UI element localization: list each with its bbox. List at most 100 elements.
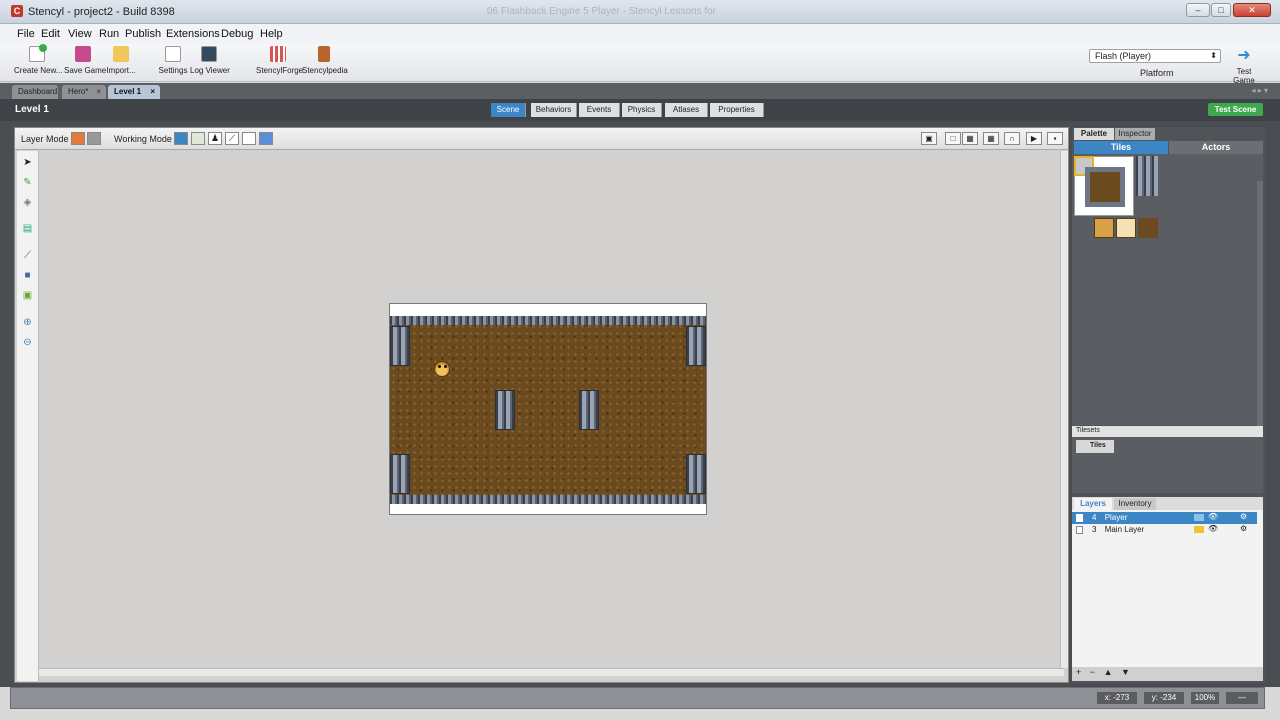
menu-debug[interactable]: Debug bbox=[221, 28, 253, 40]
layer-mode-single-button[interactable] bbox=[71, 132, 85, 145]
close-tab-icon[interactable]: × bbox=[150, 87, 155, 96]
tab-level-1[interactable]: Level 1 × bbox=[108, 85, 160, 99]
tab-inspector[interactable]: Inspector bbox=[1115, 128, 1155, 140]
menu-edit[interactable]: Edit bbox=[41, 28, 60, 40]
menu-extensions[interactable]: Extensions bbox=[166, 28, 220, 40]
working-mode-background-button[interactable] bbox=[259, 132, 273, 145]
zoom-level[interactable]: 100% bbox=[1191, 692, 1219, 704]
stencylforge-button[interactable]: StencylForge bbox=[256, 46, 303, 75]
tab-dashboard[interactable]: Dashboard bbox=[12, 85, 58, 99]
save-icon bbox=[75, 46, 91, 62]
working-mode-region-button[interactable]: ⟋ bbox=[225, 132, 239, 145]
dirt-tile-swatch[interactable] bbox=[1138, 218, 1158, 238]
top-wall-tiles bbox=[390, 316, 706, 325]
menu-file[interactable]: File bbox=[17, 28, 35, 40]
status-menu-button[interactable]: — bbox=[1226, 692, 1258, 704]
visibility-eye-icon[interactable]: 👁 bbox=[1208, 524, 1218, 533]
tab-events[interactable]: Events bbox=[579, 103, 620, 117]
menu-run[interactable]: Run bbox=[99, 28, 119, 40]
pointer-tool-icon[interactable]: ➤ bbox=[21, 156, 34, 169]
tab-behaviors[interactable]: Behaviors bbox=[531, 103, 577, 117]
move-down-icon[interactable]: ▼ bbox=[1121, 667, 1130, 677]
move-up-icon[interactable]: ▲ bbox=[1104, 667, 1113, 677]
show-bounds-icon[interactable]: □ bbox=[945, 132, 961, 145]
play-icon[interactable]: ▶ bbox=[1026, 132, 1042, 145]
tab-scene[interactable]: Scene bbox=[491, 103, 526, 117]
snap-magnet-icon[interactable]: ∩ bbox=[1004, 132, 1020, 145]
working-mode-select-button[interactable] bbox=[174, 132, 188, 145]
tab-layers[interactable]: Layers bbox=[1074, 498, 1112, 510]
gear-icon[interactable]: ⚙ bbox=[1240, 524, 1247, 533]
menu-publish[interactable]: Publish bbox=[125, 28, 161, 40]
pencil-tool-icon[interactable]: ✎ bbox=[21, 176, 34, 189]
working-mode-tile-button[interactable] bbox=[191, 132, 205, 145]
stencylpedia-label: Stencylpedia bbox=[302, 66, 348, 75]
menu-bar: File Edit View Run Publish Extensions De… bbox=[0, 24, 1280, 44]
tileset-item-tiles[interactable]: Tiles bbox=[1076, 440, 1114, 453]
pillar-tile bbox=[579, 390, 599, 430]
tilesets-list: Tiles bbox=[1072, 437, 1263, 493]
eraser-tool-icon[interactable]: ◈ bbox=[21, 196, 34, 209]
close-window-button[interactable]: ✕ bbox=[1233, 3, 1271, 17]
layer-color-swatch[interactable] bbox=[1194, 526, 1204, 533]
pillar-tile-swatch[interactable] bbox=[1136, 156, 1158, 196]
segment-tiles[interactable]: Tiles bbox=[1074, 141, 1168, 154]
tab-scroll-arrows-icon[interactable]: ◂ ▸ ▾ bbox=[1252, 86, 1269, 95]
tab-inventory[interactable]: Inventory bbox=[1114, 498, 1156, 510]
close-tab-icon[interactable]: × bbox=[96, 87, 101, 96]
working-mode-actor-button[interactable]: ♟ bbox=[208, 132, 222, 145]
log-viewer-button[interactable]: Log Viewer bbox=[190, 46, 230, 75]
level-canvas[interactable] bbox=[389, 303, 707, 515]
visibility-eye-icon[interactable]: 👁 bbox=[1208, 512, 1218, 521]
vertical-scrollbar[interactable] bbox=[1060, 151, 1068, 668]
crate-tile-swatch[interactable] bbox=[1116, 218, 1136, 238]
import-label: Import... bbox=[106, 66, 136, 75]
platform-select[interactable]: Flash (Player) ⬍ bbox=[1089, 49, 1221, 63]
stencylforge-store-icon bbox=[270, 46, 286, 62]
add-layer-icon[interactable]: + bbox=[1076, 667, 1081, 677]
palette-scrollbar[interactable] bbox=[1257, 181, 1263, 452]
layer-row-main-layer[interactable]: 3 Main Layer 👁 ⚙ bbox=[1072, 524, 1257, 536]
platform-label: Platform bbox=[1140, 68, 1174, 78]
zoom-in-icon[interactable]: ⊕ bbox=[21, 316, 34, 329]
import-button[interactable]: Import... bbox=[105, 46, 137, 75]
selected-tile[interactable] bbox=[1074, 156, 1134, 216]
remove-layer-icon[interactable]: − bbox=[1090, 667, 1095, 677]
zoom-out-icon[interactable]: ⊖ bbox=[21, 336, 34, 349]
crate-tile-swatch[interactable] bbox=[1094, 218, 1114, 238]
layer-order: 3 bbox=[1092, 525, 1097, 534]
screen-icon[interactable]: ▣ bbox=[921, 132, 937, 145]
tab-physics[interactable]: Physics bbox=[622, 103, 662, 117]
horizontal-scrollbar[interactable] bbox=[39, 668, 1064, 676]
menu-view[interactable]: View bbox=[68, 28, 92, 40]
tab-properties[interactable]: Properties bbox=[710, 103, 764, 117]
layer-color-swatch[interactable] bbox=[1194, 514, 1204, 521]
line-tool-icon[interactable]: ⟋ bbox=[21, 249, 34, 262]
fill-tool-icon[interactable]: ▤ bbox=[21, 222, 34, 235]
layer-row-player[interactable]: 4 Player 👁 ⚙ bbox=[1072, 512, 1257, 524]
test-game-button[interactable]: ➜ Test Game bbox=[1225, 48, 1263, 86]
settings-button[interactable]: Settings bbox=[158, 46, 188, 75]
maximize-button[interactable]: □ bbox=[1211, 3, 1231, 17]
gear-icon[interactable]: ⚙ bbox=[1240, 512, 1247, 521]
stencyl-window: C Stencyl - project2 - Build 8398 06 Fla… bbox=[0, 0, 1280, 720]
create-new-button[interactable]: Create New... bbox=[14, 44, 62, 75]
stencylpedia-button[interactable]: Stencylpedia bbox=[302, 46, 348, 75]
tab-hero[interactable]: Hero* × bbox=[62, 85, 106, 99]
title-bar: C Stencyl - project2 - Build 8398 06 Fla… bbox=[0, 0, 1280, 24]
preview-image-icon[interactable]: ▪ bbox=[1047, 132, 1063, 145]
tab-palette[interactable]: Palette bbox=[1074, 128, 1114, 140]
working-mode-terrain-button[interactable] bbox=[242, 132, 256, 145]
menu-help[interactable]: Help bbox=[260, 28, 283, 40]
grid-icon[interactable]: ▦ bbox=[962, 132, 978, 145]
hero-actor[interactable] bbox=[434, 361, 450, 377]
image-tool-icon[interactable]: ▣ bbox=[21, 289, 34, 302]
minimize-button[interactable]: – bbox=[1186, 3, 1210, 17]
rectangle-tool-icon[interactable]: ■ bbox=[21, 269, 34, 282]
tab-atlases[interactable]: Atlases bbox=[665, 103, 708, 117]
segment-actors[interactable]: Actors bbox=[1169, 141, 1263, 154]
test-scene-button[interactable]: Test Scene bbox=[1208, 103, 1263, 116]
fine-grid-icon[interactable]: ▦ bbox=[983, 132, 999, 145]
layer-mode-all-button[interactable] bbox=[87, 132, 101, 145]
save-game-button[interactable]: Save Game bbox=[64, 46, 106, 75]
